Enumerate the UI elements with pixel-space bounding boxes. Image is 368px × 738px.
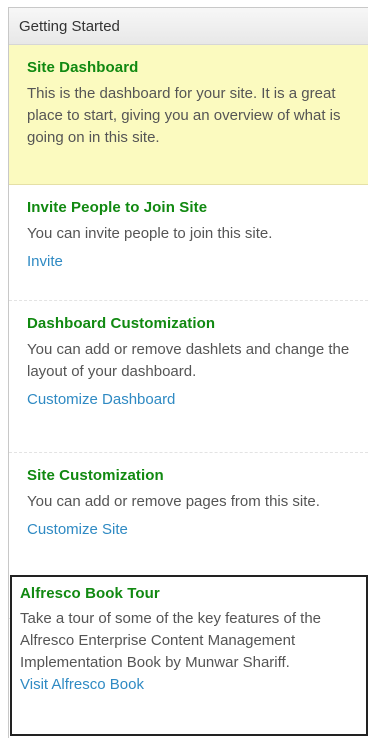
section-title: Site Dashboard: [27, 59, 139, 76]
section-description: Take a tour of some of the key features …: [20, 610, 322, 671]
dashlet-title: Getting Started: [19, 18, 120, 35]
customize-dashboard-link[interactable]: Customize Dashboard: [27, 389, 175, 411]
dashlet-header: Getting Started: [9, 7, 368, 45]
section-description: You can add or remove pages from this si…: [27, 493, 320, 510]
section-title: Alfresco Book Tour: [20, 585, 160, 602]
section-dashboard-customization: Dashboard Customization You can add or r…: [9, 301, 368, 453]
section-description: You can invite people to join this site.: [27, 225, 273, 242]
visit-alfresco-book-link[interactable]: Visit Alfresco Book: [20, 674, 144, 696]
section-alfresco-book-tour: Alfresco Book Tour Take a tour of some o…: [10, 575, 368, 736]
section-description: This is the dashboard for your site. It …: [27, 85, 341, 146]
customize-site-link[interactable]: Customize Site: [27, 519, 128, 541]
getting-started-dashlet: Getting Started Site Dashboard This is t…: [8, 7, 368, 738]
section-site-dashboard: Site Dashboard This is the dashboard for…: [9, 45, 368, 185]
section-description: You can add or remove dashlets and chang…: [27, 341, 350, 380]
section-title: Dashboard Customization: [27, 315, 216, 332]
section-title: Site Customization: [27, 467, 164, 484]
invite-link[interactable]: Invite: [27, 251, 63, 273]
section-invite-people: Invite People to Join Site You can invit…: [9, 185, 368, 301]
section-title: Invite People to Join Site: [27, 199, 208, 216]
